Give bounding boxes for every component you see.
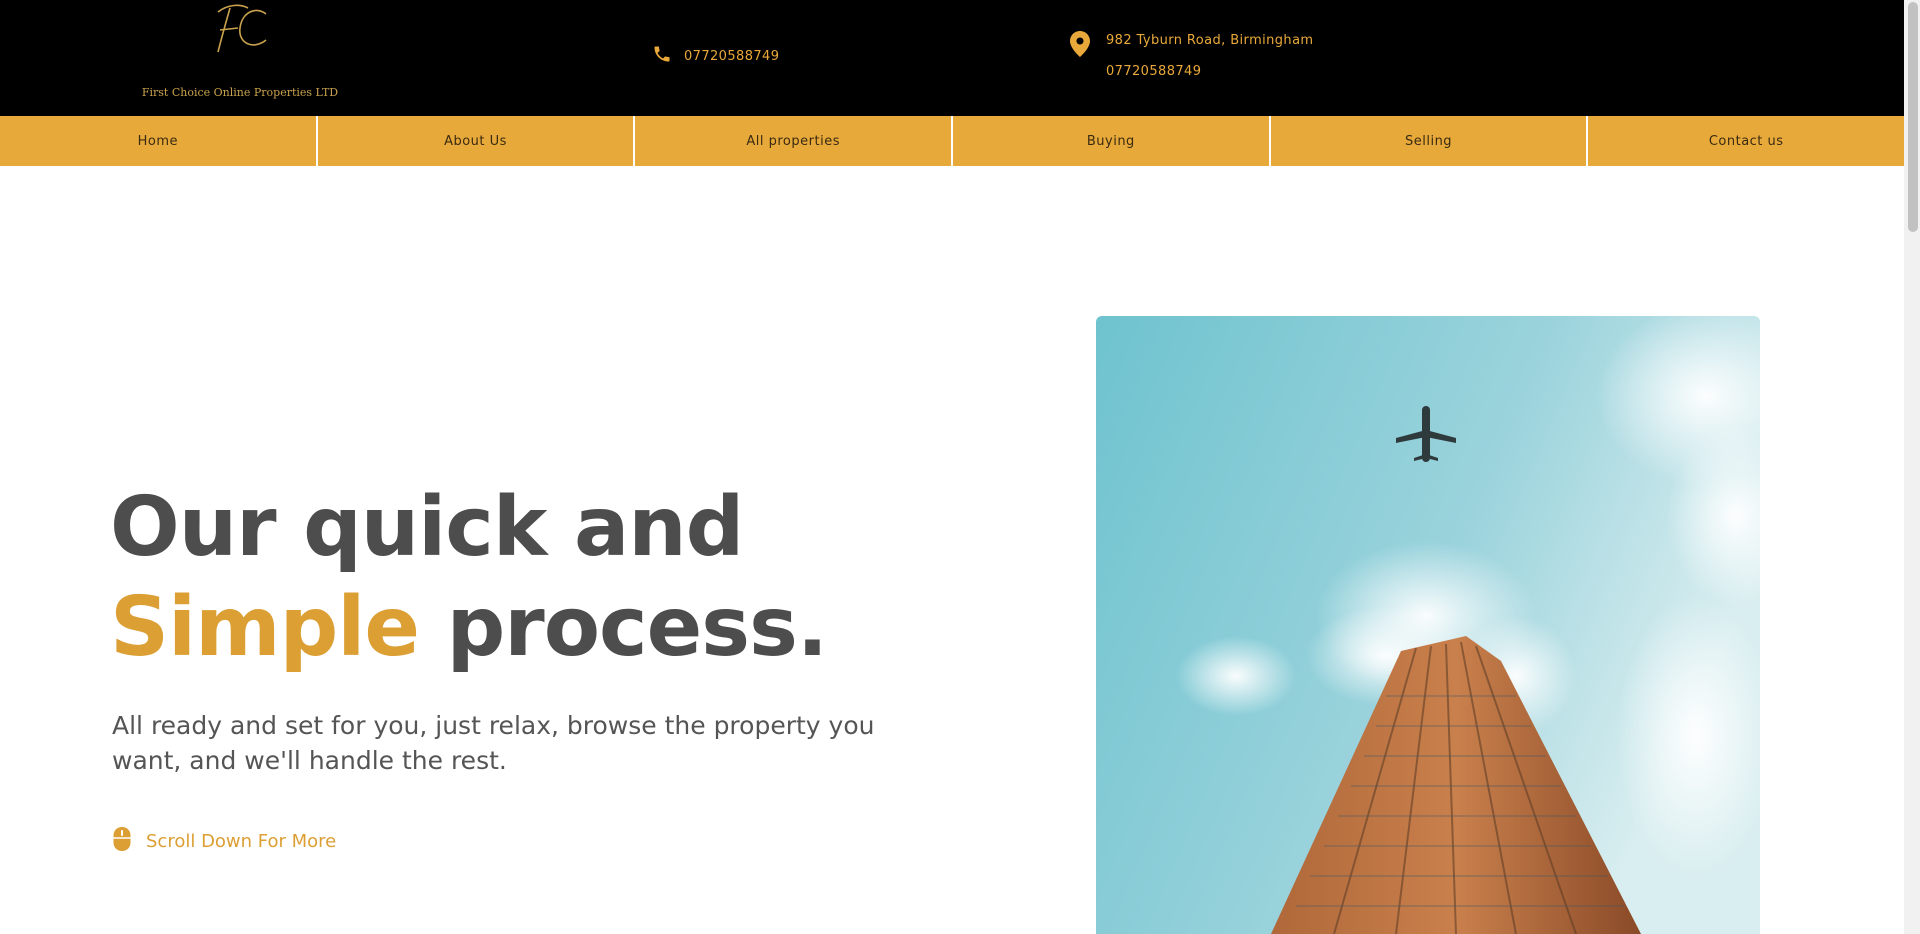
header-address-phone[interactable]: 07720588749 — [1106, 64, 1314, 95]
hero-title-rest: process. — [419, 580, 828, 675]
location-pin-icon — [1068, 30, 1092, 62]
nav-item-selling[interactable]: Selling — [1271, 116, 1589, 166]
page-scrollbar[interactable] — [1904, 0, 1920, 934]
header-phone-number[interactable]: 07720588749 — [684, 49, 779, 64]
site-logo[interactable]: First Choice Online Properties LTD — [140, 0, 340, 110]
hero-title: Our quick and Simple process. — [110, 478, 828, 678]
phone-icon — [652, 44, 672, 68]
top-header-bar: First Choice Online Properties LTD 07720… — [0, 0, 1904, 116]
header-address-line: 982 Tyburn Road, Birmingham — [1106, 33, 1314, 48]
nav-item-buying[interactable]: Buying — [953, 116, 1271, 166]
hero-image-skyscraper — [1096, 316, 1760, 934]
nav-item-all-properties[interactable]: All properties — [635, 116, 954, 166]
nav-item-contact-us[interactable]: Contact us — [1588, 116, 1904, 166]
hero-title-accent: Simple — [110, 580, 420, 675]
logo-company-name: First Choice Online Properties LTD — [141, 86, 339, 99]
scroll-down-link[interactable]: Scroll Down For More — [112, 826, 336, 857]
scrollbar-thumb[interactable] — [1908, 2, 1918, 232]
skyscraper-illustration — [1096, 316, 1760, 934]
nav-item-home[interactable]: Home — [0, 116, 318, 166]
main-navigation: Home About Us All properties Buying Sell… — [0, 116, 1904, 166]
header-phone[interactable]: 07720588749 — [652, 44, 779, 68]
nav-item-about-us[interactable]: About Us — [318, 116, 636, 166]
scroll-down-label[interactable]: Scroll Down For More — [146, 831, 336, 852]
hero-subtitle: All ready and set for you, just relax, b… — [112, 711, 875, 775]
hero-title-line1: Our quick and — [110, 480, 744, 575]
mouse-icon — [112, 826, 132, 857]
logo-monogram — [217, 4, 267, 53]
header-address: 982 Tyburn Road, Birmingham 07720588749 — [1106, 33, 1314, 95]
